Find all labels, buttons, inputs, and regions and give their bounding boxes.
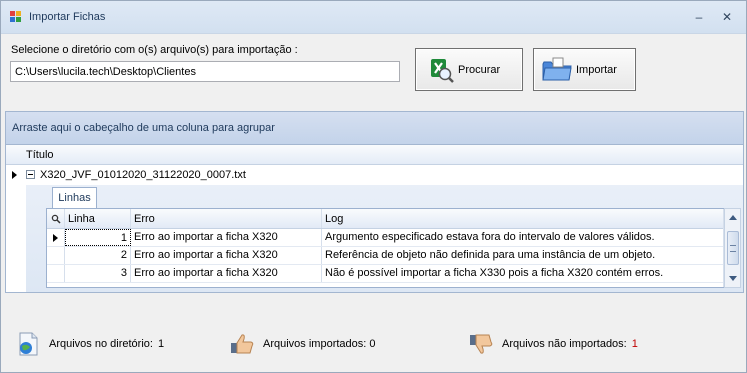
row-indicator-icon: [47, 229, 65, 246]
column-header-linha[interactable]: Linha: [65, 209, 131, 228]
status-files-in-directory: Arquivos no diretório: 1: [15, 331, 164, 357]
folder-import-icon: [542, 57, 572, 81]
status-imported: Arquivos importados: 0: [229, 331, 376, 357]
cell-erro[interactable]: Erro ao importar a ficha X320: [131, 229, 322, 246]
lines-grid-header: Linha Erro Log: [47, 209, 723, 229]
cell-log[interactable]: Não é possível importar a ficha X330 poi…: [322, 265, 723, 282]
cell-erro[interactable]: Erro ao importar a ficha X320: [131, 265, 322, 282]
file-row[interactable]: X320_JVF_01012020_31122020_0007.txt: [6, 166, 743, 184]
import-button[interactable]: Importar: [533, 48, 636, 91]
scroll-thumb[interactable]: [727, 231, 739, 265]
search-button-label: Procurar: [458, 64, 501, 76]
row-selector: [47, 265, 65, 282]
table-row[interactable]: 1 Erro ao importar a ficha X320 Argument…: [47, 229, 723, 247]
lines-grid: Linha Erro Log 1 Erro ao importar a fich…: [46, 208, 724, 288]
window-title: Importar Fichas: [29, 11, 106, 23]
vertical-scrollbar[interactable]: [724, 208, 741, 288]
app-icon: [10, 11, 22, 23]
group-by-panel[interactable]: Arraste aqui o cabeçalho de uma coluna p…: [5, 111, 744, 145]
tab-linhas[interactable]: Linhas: [52, 187, 97, 209]
close-button[interactable]: ✕: [719, 9, 735, 25]
thumbs-up-icon: [231, 334, 254, 354]
cell-linha[interactable]: 3: [65, 265, 131, 282]
detail-panel: Linhas Linha Erro Log 1 Erro ao importar…: [26, 185, 743, 292]
find-icon[interactable]: [47, 209, 65, 228]
collapse-icon[interactable]: [26, 170, 35, 179]
files-in-dir-value: 1: [157, 338, 165, 350]
imported-label: Arquivos importados: 0: [263, 338, 376, 350]
directory-panel: Selecione o diretório com o(s) arquivo(s…: [5, 35, 744, 109]
cell-erro[interactable]: Erro ao importar a ficha X320: [131, 247, 322, 264]
cell-log[interactable]: Argumento especificado estava fora do in…: [322, 229, 723, 246]
title-bar: Importar Fichas – ✕: [1, 1, 746, 34]
row-selector: [47, 247, 65, 264]
column-header-titulo[interactable]: Título: [26, 149, 54, 161]
table-row[interactable]: 2 Erro ao importar a ficha X320 Referênc…: [47, 247, 723, 265]
row-indicator-icon: [12, 171, 17, 179]
import-window: Importar Fichas – ✕ Selecione o diretóri…: [0, 0, 747, 373]
cell-log[interactable]: Referência de objeto não definida para u…: [322, 247, 723, 264]
files-in-dir-label: Arquivos no diretório:: [49, 338, 153, 350]
cell-linha[interactable]: 1: [65, 229, 131, 246]
status-not-imported: Arquivos não importados: 1: [468, 331, 638, 357]
column-header-erro[interactable]: Erro: [131, 209, 322, 228]
table-row[interactable]: 3 Erro ao importar a ficha X320 Não é po…: [47, 265, 723, 283]
search-button[interactable]: Procurar: [415, 48, 523, 91]
directory-prompt-label: Selecione o diretório com o(s) arquivo(s…: [11, 44, 298, 56]
directory-path-input[interactable]: [10, 61, 400, 82]
group-by-hint: Arraste aqui o cabeçalho de uma coluna p…: [12, 122, 275, 134]
not-imported-label: Arquivos não importados:: [502, 338, 627, 350]
cell-linha[interactable]: 2: [65, 247, 131, 264]
files-grid: Título X320_JVF_01012020_31122020_0007.t…: [5, 145, 744, 293]
grid-header: Título: [6, 145, 743, 165]
scroll-up-icon[interactable]: [729, 215, 737, 220]
scroll-down-icon[interactable]: [729, 276, 737, 281]
excel-search-icon: [431, 59, 454, 83]
thumbs-down-icon: [470, 334, 493, 354]
column-header-log[interactable]: Log: [322, 209, 723, 228]
minimize-button[interactable]: –: [691, 9, 707, 25]
document-globe-icon: [19, 332, 38, 356]
file-name: X320_JVF_01012020_31122020_0007.txt: [40, 169, 246, 181]
not-imported-value: 1: [631, 338, 638, 350]
import-button-label: Importar: [576, 64, 617, 76]
